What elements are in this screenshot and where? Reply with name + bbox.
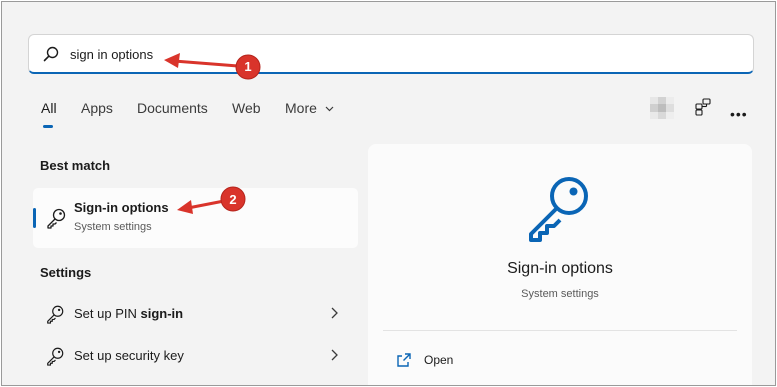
tab-more-label: More — [285, 100, 317, 116]
best-match-heading: Best match — [40, 158, 111, 173]
divider — [383, 330, 737, 331]
search-box[interactable]: sign in options — [28, 34, 754, 74]
start-search-panel: sign in options 1 All Apps Documents Web… — [1, 1, 776, 386]
detail-subtitle: System settings — [521, 288, 599, 300]
setting-item-label-highlight: sign-in — [140, 306, 184, 321]
open-action[interactable]: Open — [424, 353, 453, 367]
setting-item-pin-sign-in[interactable]: Set up PIN sign-in — [33, 294, 358, 334]
org-chart-icon[interactable] — [694, 98, 712, 116]
key-icon — [47, 305, 64, 324]
more-dots-icon[interactable]: ••• — [730, 106, 748, 122]
best-match-subtitle: System settings — [74, 221, 152, 233]
key-icon — [47, 208, 66, 229]
setting-item-label: Set up PIN sign-in — [74, 306, 183, 321]
best-match-title: Sign-in options — [74, 200, 169, 215]
annotation-arrow-2 — [177, 186, 246, 214]
search-input[interactable]: sign in options — [70, 47, 153, 62]
tab-more[interactable]: More — [285, 100, 334, 116]
setting-item-label-text: Set up PIN — [74, 306, 141, 321]
settings-heading: Settings — [40, 265, 92, 280]
chevron-right-icon — [331, 307, 338, 319]
setting-item-label-text: Set up security key — [74, 348, 184, 363]
tab-all[interactable]: All — [41, 100, 57, 116]
selection-indicator — [33, 208, 36, 228]
tab-documents[interactable]: Documents — [137, 100, 208, 116]
search-icon — [43, 46, 59, 62]
setting-item-label: Set up security key — [74, 348, 184, 363]
tab-apps[interactable]: Apps — [81, 100, 113, 116]
detail-title: Sign-in options — [507, 260, 613, 277]
setting-item-security-key[interactable]: Set up security key — [33, 336, 358, 376]
result-detail-pane: Sign-in options System settings Open — [368, 144, 752, 385]
key-icon — [529, 177, 588, 242]
account-avatar[interactable] — [650, 97, 674, 119]
annotation-number-1: 1 — [244, 59, 252, 74]
tab-web[interactable]: Web — [232, 100, 261, 116]
chevron-down-icon — [325, 106, 334, 112]
chevron-right-icon — [331, 349, 338, 361]
tab-active-indicator — [43, 125, 53, 128]
open-external-icon — [397, 353, 411, 367]
annotation-number-2: 2 — [229, 192, 237, 207]
key-icon — [47, 347, 64, 366]
